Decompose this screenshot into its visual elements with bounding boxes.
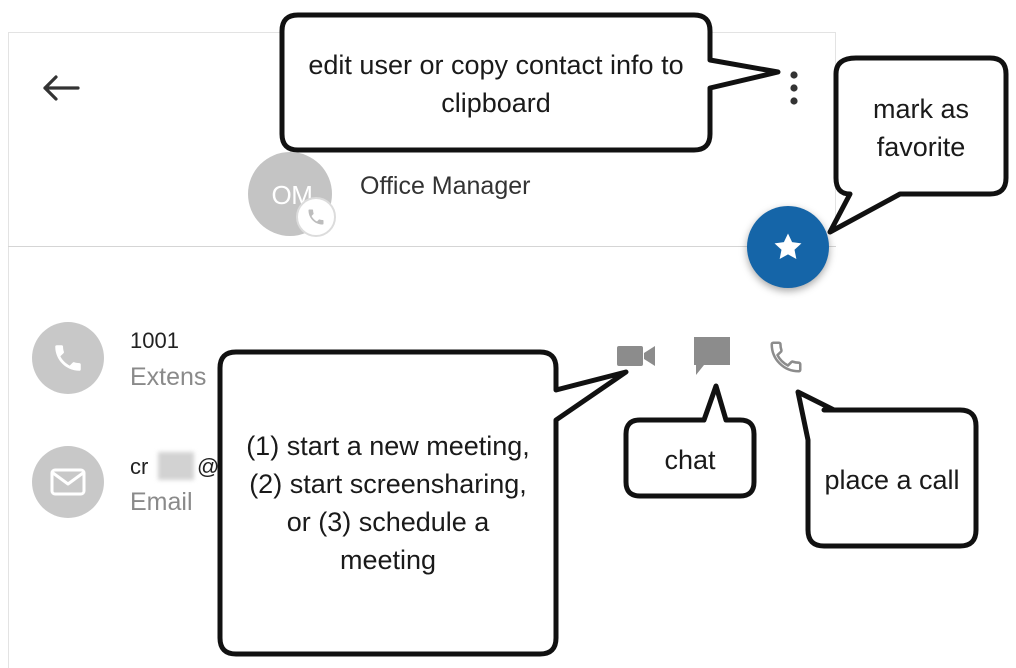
arrow-left-icon [43, 75, 80, 101]
redacted-email-part [158, 452, 194, 480]
email-label: Email [130, 488, 193, 516]
phone-icon [55, 345, 81, 371]
phone-icon [308, 209, 324, 225]
phone-icon [770, 341, 802, 373]
callout-more-text: edit user or copy contact info to clipbo… [308, 50, 684, 118]
email-address[interactable]: cr [130, 454, 148, 480]
contact-name: Office Manager [360, 172, 531, 200]
favorite-button[interactable] [747, 206, 829, 288]
star-icon [774, 233, 802, 260]
back-button[interactable] [36, 64, 84, 112]
callout-favorite-text: mark as favorite [872, 94, 970, 162]
extension-row-icon [32, 322, 104, 394]
header-divider [8, 246, 836, 247]
email-visible-start: cr [130, 454, 149, 479]
panel-top-border [8, 32, 836, 33]
video-icon [617, 346, 655, 366]
chat-button[interactable] [688, 332, 736, 380]
callout-video-text: (1) start a new meeting, (2) start scree… [246, 431, 530, 575]
panel-right-border [835, 32, 836, 232]
more-vertical-icon [790, 71, 798, 105]
chat-icon [694, 337, 730, 375]
extension-number[interactable]: 1001 [130, 328, 179, 354]
email-at-sign: @ [197, 454, 220, 479]
mail-icon [50, 468, 86, 496]
callout-call-text: place a call [824, 465, 960, 495]
call-button[interactable] [762, 334, 810, 380]
video-meeting-button[interactable] [612, 336, 660, 376]
callout-chat-text: chat [664, 445, 716, 475]
avatar-badge [296, 197, 336, 237]
email-row-icon [32, 446, 104, 518]
extension-label: Extens [130, 363, 207, 391]
more-options-button[interactable] [770, 62, 818, 114]
panel-left-border [8, 32, 9, 668]
